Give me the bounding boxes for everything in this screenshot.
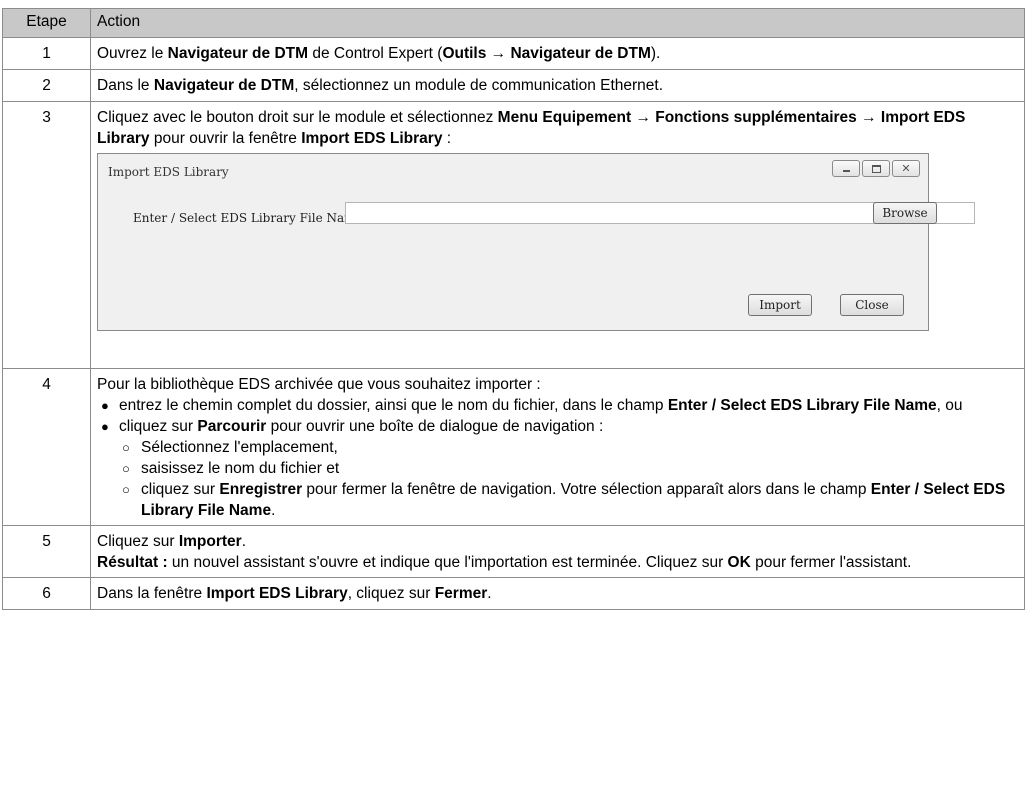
text: . bbox=[487, 585, 492, 602]
sub-list: Sélectionnez l'emplacement, saisissez le… bbox=[119, 437, 1018, 521]
text: : bbox=[442, 130, 452, 147]
text: Cliquez sur bbox=[97, 533, 179, 550]
maximize-icon bbox=[871, 164, 881, 173]
close-icon: ✕ bbox=[901, 162, 911, 175]
maximize-button[interactable] bbox=[862, 160, 890, 177]
text: Dans la fenêtre bbox=[97, 585, 207, 602]
step-action: Cliquez sur Importer. Résultat : un nouv… bbox=[90, 525, 1025, 578]
text: un nouvel assistant s'ouvre et indique q… bbox=[167, 554, 728, 571]
table-row: 6 Dans la fenêtre Import EDS Library, cl… bbox=[2, 577, 1025, 610]
minimize-button[interactable] bbox=[832, 160, 860, 177]
browse-button[interactable]: Browse bbox=[873, 202, 937, 224]
procedure-table: Etape Action 1 Ouvrez le Navigateur de D… bbox=[2, 8, 1025, 610]
step-action: Dans le Navigateur de DTM, sélectionnez … bbox=[90, 69, 1025, 102]
text: pour fermer la fenêtre de navigation. Vo… bbox=[302, 481, 871, 498]
step-number: 5 bbox=[2, 525, 91, 578]
close-window-button[interactable]: ✕ bbox=[892, 160, 920, 177]
ui-term: Navigateur de DTM bbox=[153, 77, 295, 94]
text: pour ouvrir une boîte de dialogue de nav… bbox=[266, 418, 604, 435]
text: . bbox=[241, 533, 247, 550]
menu-path: Outils → Navigateur de DTM bbox=[442, 45, 651, 62]
list-item: cliquez sur Parcourir pour ouvrir une bo… bbox=[97, 416, 1018, 521]
step-action: Dans la fenêtre Import EDS Library, cliq… bbox=[90, 577, 1025, 610]
text: ). bbox=[650, 45, 661, 62]
text: cliquez sur bbox=[141, 481, 220, 498]
step-action: Ouvrez le Navigateur de DTM de Control E… bbox=[90, 37, 1025, 70]
header-step: Etape bbox=[2, 8, 91, 38]
bullet-list: entrez le chemin complet du dossier, ain… bbox=[97, 395, 1018, 521]
text: , ou bbox=[936, 397, 963, 414]
table-row: 2 Dans le Navigateur de DTM, sélectionne… bbox=[2, 69, 1025, 102]
step-number: 1 bbox=[2, 37, 91, 70]
table-header-row: Etape Action bbox=[2, 8, 1025, 38]
table-row: 4 Pour la bibliothèque EDS archivée que … bbox=[2, 368, 1025, 526]
ui-term: Import EDS Library bbox=[206, 585, 348, 602]
text: entrez le chemin complet du dossier, ain… bbox=[119, 397, 668, 414]
sub-list-item: saisissez le nom du fichier et bbox=[119, 458, 1018, 479]
text: . bbox=[271, 502, 276, 519]
ui-term: Importer bbox=[178, 533, 242, 550]
ui-term: Parcourir bbox=[197, 418, 267, 435]
ui-term: Fermer bbox=[434, 585, 488, 602]
ui-term: Enregistrer bbox=[219, 481, 303, 498]
text: , sélectionnez un module de communicatio… bbox=[294, 77, 664, 94]
window-controls: ✕ bbox=[832, 160, 920, 177]
minimize-icon bbox=[842, 169, 850, 172]
step-intro: Pour la bibliothèque EDS archivée que vo… bbox=[97, 376, 541, 393]
header-action: Action bbox=[90, 8, 1025, 38]
text: pour ouvrir la fenêtre bbox=[149, 130, 302, 147]
text: Ouvrez le bbox=[97, 45, 168, 62]
step-number: 3 bbox=[2, 101, 91, 369]
close-button[interactable]: Close bbox=[840, 294, 904, 316]
step-number: 2 bbox=[2, 69, 91, 102]
table-row: 1 Ouvrez le Navigateur de DTM de Control… bbox=[2, 37, 1025, 70]
text: Dans le bbox=[97, 77, 154, 94]
ui-term: OK bbox=[727, 554, 751, 571]
step-number: 6 bbox=[2, 577, 91, 610]
table-row: 5 Cliquez sur Importer. Résultat : un no… bbox=[2, 525, 1025, 578]
ui-term: Import EDS Library bbox=[301, 130, 443, 147]
ui-term: Navigateur de DTM bbox=[167, 45, 309, 62]
text: cliquez sur bbox=[119, 418, 198, 435]
sub-list-item: Sélectionnez l'emplacement, bbox=[119, 437, 1018, 458]
text: Cliquez avec le bouton droit sur le modu… bbox=[97, 109, 498, 126]
result-label: Résultat : bbox=[97, 554, 168, 571]
ui-term: Enter / Select EDS Library File Name bbox=[667, 397, 937, 414]
list-item: entrez le chemin complet du dossier, ain… bbox=[97, 395, 1018, 416]
table-row: 3 Cliquez avec le bouton droit sur le mo… bbox=[2, 101, 1025, 369]
sub-list-item: cliquez sur Enregistrer pour fermer la f… bbox=[119, 479, 1018, 521]
step-action: Cliquez avec le bouton droit sur le modu… bbox=[90, 101, 1025, 369]
import-button[interactable]: Import bbox=[748, 294, 812, 316]
step-number: 4 bbox=[2, 368, 91, 526]
import-eds-dialog: Import EDS Library ✕ Enter / Select EDS … bbox=[97, 153, 975, 331]
text: pour fermer l'assistant. bbox=[750, 554, 912, 571]
dialog-title: Import EDS Library bbox=[108, 165, 229, 179]
text: , cliquez sur bbox=[347, 585, 435, 602]
file-name-label: Enter / Select EDS Library File Name: bbox=[133, 211, 367, 225]
step-action: Pour la bibliothèque EDS archivée que vo… bbox=[90, 368, 1025, 526]
text: de Control Expert ( bbox=[308, 45, 443, 62]
